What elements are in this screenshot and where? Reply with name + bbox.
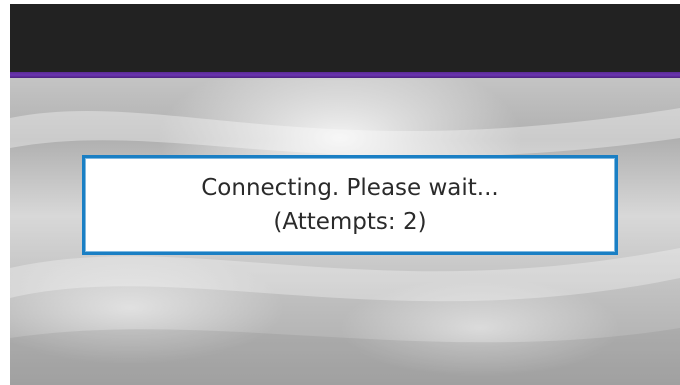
top-header-bar: [10, 4, 680, 72]
connection-screen: Connecting. Please wait... (Attempts: 2): [10, 4, 680, 385]
attempts-count-text: (Attempts: 2): [273, 209, 427, 235]
connecting-status-dialog: Connecting. Please wait... (Attempts: 2): [82, 155, 618, 255]
connecting-message: Connecting. Please wait...: [201, 175, 499, 201]
